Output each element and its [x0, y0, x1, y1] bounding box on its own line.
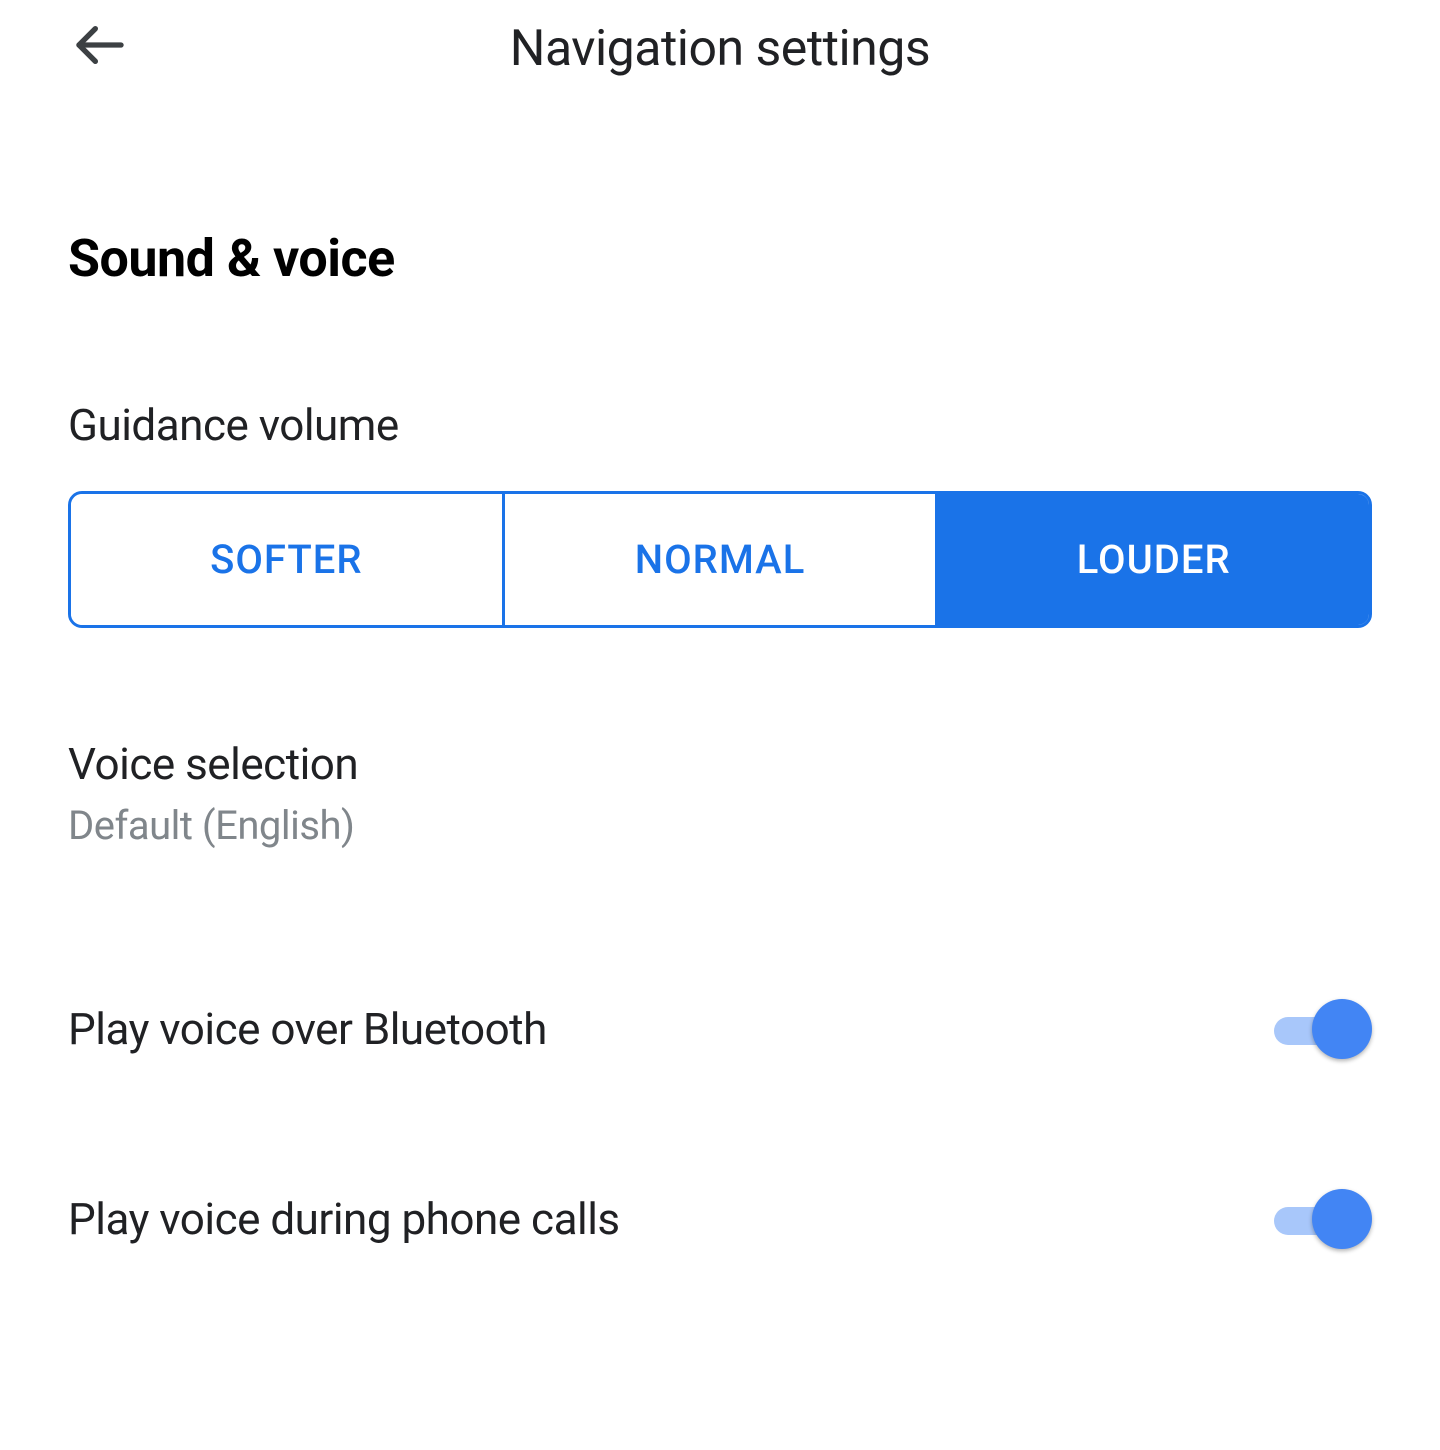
- toggle-thumb: [1312, 999, 1372, 1059]
- arrow-left-icon: [72, 17, 128, 73]
- volume-softer-button[interactable]: SOFTER: [71, 494, 505, 625]
- bluetooth-title: Play voice over Bluetooth: [68, 1003, 547, 1055]
- phone-calls-row: Play voice during phone calls: [68, 1189, 1372, 1249]
- phone-calls-toggle[interactable]: [1274, 1189, 1372, 1249]
- section-title: Sound & voice: [68, 228, 1372, 289]
- guidance-volume-control: SOFTER NORMAL LOUDER: [68, 491, 1372, 628]
- voice-selection-title: Voice selection: [68, 738, 358, 790]
- back-button[interactable]: [70, 15, 130, 75]
- header: Navigation settings: [0, 0, 1440, 108]
- guidance-volume-label: Guidance volume: [68, 399, 1372, 451]
- phone-calls-title: Play voice during phone calls: [68, 1193, 620, 1245]
- bluetooth-row: Play voice over Bluetooth: [68, 999, 1372, 1059]
- bluetooth-toggle[interactable]: [1274, 999, 1372, 1059]
- volume-louder-button[interactable]: LOUDER: [938, 494, 1369, 625]
- voice-selection-row[interactable]: Voice selection Default (English): [68, 738, 1372, 899]
- toggle-thumb: [1312, 1189, 1372, 1249]
- voice-selection-subtitle: Default (English): [68, 802, 358, 849]
- volume-normal-button[interactable]: NORMAL: [505, 494, 939, 625]
- page-title: Navigation settings: [50, 20, 1390, 78]
